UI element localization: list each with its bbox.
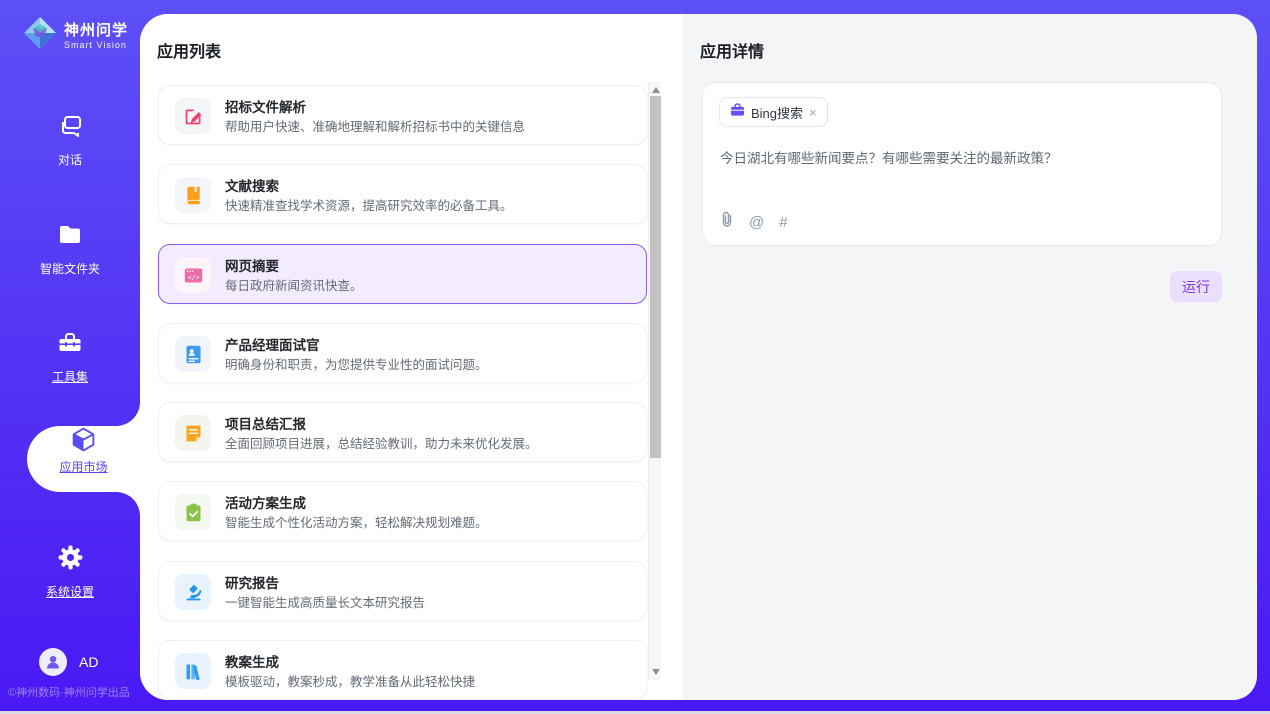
app-card-6[interactable]: 活动方案生成智能生成个性化活动方案，轻松解决规划难题。 — [158, 481, 647, 541]
app-detail-title: 应用详情 — [700, 38, 764, 62]
sidebar-item-chat[interactable]: 对话 — [0, 113, 140, 169]
app-card-desc: 明确身份和职责，为您提供专业性的面试问题。 — [225, 354, 488, 373]
brand-diamond-icon — [22, 15, 58, 56]
tab-curve-top — [116, 402, 140, 426]
user-account[interactable]: AD — [39, 648, 98, 676]
chat-icon — [0, 113, 140, 144]
copyright-footer: ©神州数码·神州问学出品 — [8, 684, 130, 700]
sidebar-item-label: 智能文件夹 — [40, 262, 100, 276]
app-list-panel: 应用列表 招标文件解析帮助用户快速、准确地理解和解析招标书中的关键信息文献搜索快… — [140, 14, 683, 700]
sidebar-item-label: 对话 — [58, 153, 82, 167]
user-initials: AD — [79, 654, 98, 670]
app-card-2[interactable]: 文献搜索快速精准查找学术资源，提高研究效率的必备工具。 — [158, 164, 647, 224]
pen-square-icon — [175, 98, 211, 134]
app-list-title: 应用列表 — [157, 38, 221, 62]
app-card-5[interactable]: 项目总结汇报全面回顾项目进展，总结经验教训，助力未来优化发展。 — [158, 402, 647, 462]
scroll-up-icon[interactable] — [652, 87, 660, 93]
sidebar-item-label: 系统设置 — [46, 585, 94, 599]
tab-curve-bottom — [116, 492, 140, 516]
cube-icon — [70, 440, 97, 457]
paperclip-icon[interactable] — [720, 211, 734, 233]
note-icon — [175, 415, 211, 451]
app-card-title: 文献搜索 — [225, 175, 279, 195]
app-card-desc: 智能生成个性化活动方案，轻松解决规划难题。 — [225, 512, 488, 531]
app-card-title: 网页摘要 — [225, 255, 279, 275]
tool-chip-bing-search[interactable]: Bing搜索 × — [719, 97, 828, 127]
browser-code-icon: </> — [175, 257, 211, 293]
sidebar-item-smart-folder[interactable]: 智能文件夹 — [0, 222, 140, 278]
app-card-title: 研究报告 — [225, 572, 279, 592]
microscope-icon — [175, 574, 211, 610]
prompt-card: Bing搜索 × 今日湖北有哪些新闻要点？有哪些需要关注的最新政策？ @ # — [702, 82, 1222, 246]
resume-icon — [175, 336, 211, 372]
main-content: 应用列表 招标文件解析帮助用户快速、准确地理解和解析招标书中的关键信息文献搜索快… — [140, 14, 1257, 700]
prompt-input[interactable]: 今日湖北有哪些新闻要点？有哪些需要关注的最新政策？ — [720, 149, 1200, 168]
sidebar-item-label: 工具集 — [52, 370, 88, 384]
sidebar-item-settings[interactable]: 系统设置 — [0, 544, 140, 601]
sidebar-item-toolset[interactable]: 工具集 — [0, 330, 140, 386]
brand-subtitle: Smart Vision — [64, 40, 128, 50]
folder-icon — [0, 222, 140, 253]
svg-text:</>: </> — [187, 273, 199, 281]
app-card-title: 招标文件解析 — [225, 96, 306, 116]
app-card-8[interactable]: 教案生成模板驱动，教案秒成，教学准备从此轻松快捷 — [158, 640, 647, 700]
scroll-down-icon[interactable] — [652, 669, 660, 675]
app-card-desc: 帮助用户快速、准确地理解和解析招标书中的关键信息 — [225, 116, 525, 135]
sidebar-item-label: 应用市场 — [27, 458, 140, 475]
books-icon — [175, 653, 211, 689]
avatar — [39, 648, 67, 676]
app-card-title: 教案生成 — [225, 651, 279, 671]
sidebar-item-app-market[interactable]: 应用市场 — [27, 426, 140, 492]
app-logo: 神州问学 Smart Vision — [22, 15, 128, 56]
app-card-desc: 全面回顾项目进展，总结经验教训，助力未来优化发展。 — [225, 433, 538, 452]
at-icon[interactable]: @ — [749, 214, 764, 231]
hash-icon[interactable]: # — [779, 214, 787, 231]
app-card-title: 项目总结汇报 — [225, 413, 306, 433]
app-card-title: 活动方案生成 — [225, 492, 306, 512]
app-card-desc: 每日政府新闻资讯快查。 — [225, 275, 363, 294]
scrollbar-thumb[interactable] — [650, 96, 661, 458]
app-detail-panel: 应用详情 Bing搜索 × 今日湖北有哪些新闻要点？有哪些需要关注的最新政策？ — [683, 14, 1257, 700]
briefcase-icon — [730, 103, 745, 122]
tool-chip-label: Bing搜索 — [751, 103, 803, 122]
attachment-toolbar: @ # — [720, 211, 788, 233]
toolbox-icon — [0, 330, 140, 361]
sidebar: 神州问学 Smart Vision 对话 智能文件夹 — [0, 0, 140, 711]
app-card-4[interactable]: 产品经理面试官明确身份和职责，为您提供专业性的面试问题。 — [158, 323, 647, 383]
app-card-desc: 快速精准查找学术资源，提高研究效率的必备工具。 — [225, 195, 513, 214]
app-card-desc: 模板驱动，教案秒成，教学准备从此轻松快捷 — [225, 671, 475, 690]
brand-name: 神州问学 — [64, 22, 128, 40]
close-icon[interactable]: × — [809, 106, 817, 119]
clipboard-check-icon — [175, 494, 211, 530]
app-card-title: 产品经理面试官 — [225, 334, 320, 354]
app-card-desc: 一键智能生成高质量长文本研究报告 — [225, 592, 425, 611]
app-card-1[interactable]: 招标文件解析帮助用户快速、准确地理解和解析招标书中的关键信息 — [158, 85, 647, 145]
list-scrollbar[interactable] — [648, 82, 661, 680]
book-icon — [175, 177, 211, 213]
gear-icon — [0, 544, 140, 576]
app-card-3[interactable]: </> 网页摘要每日政府新闻资讯快查。 — [158, 244, 647, 304]
app-card-7[interactable]: 研究报告一键智能生成高质量长文本研究报告 — [158, 561, 647, 621]
run-button[interactable]: 运行 — [1170, 271, 1222, 302]
